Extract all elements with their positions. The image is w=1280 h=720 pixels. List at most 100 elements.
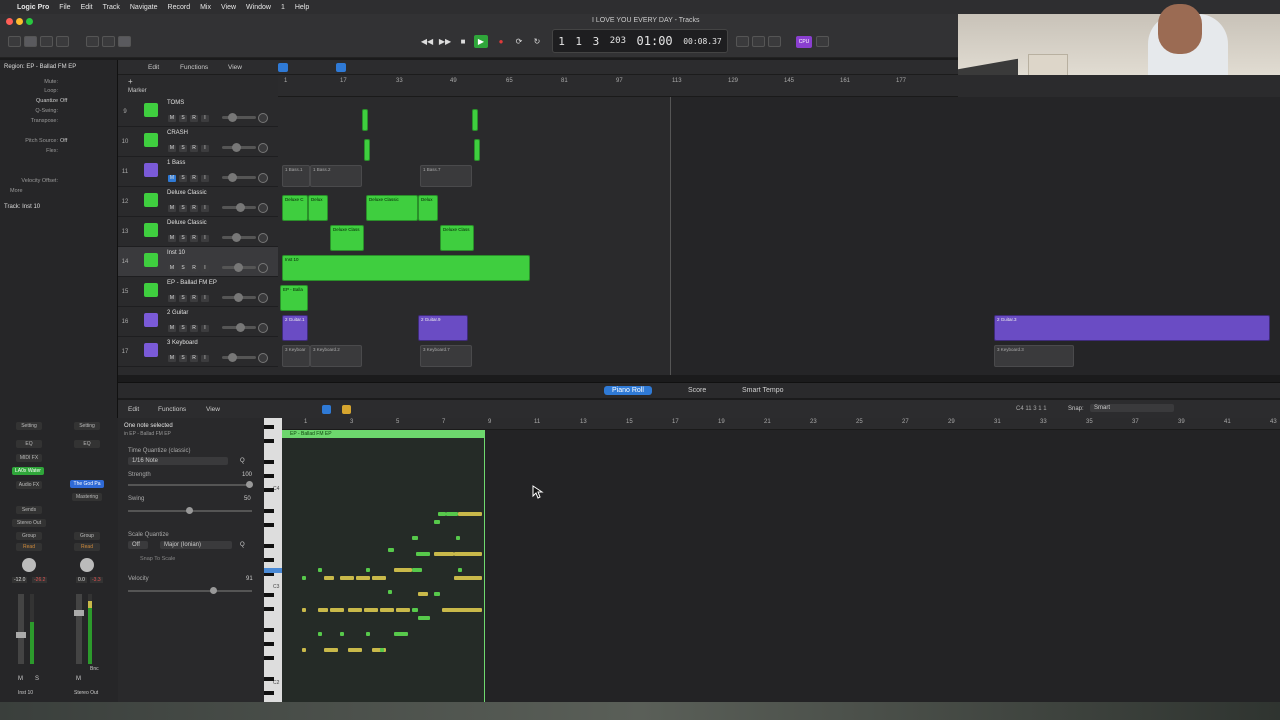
track-mute-button[interactable]: M bbox=[168, 265, 176, 272]
track-input-button[interactable]: I bbox=[201, 175, 209, 182]
arrange-region[interactable]: Delux bbox=[308, 195, 328, 221]
arrange-region[interactable]: 1 Bass.7 bbox=[420, 165, 472, 187]
tracks-edit-menu[interactable]: Edit bbox=[148, 64, 159, 71]
instrument-slot-2[interactable]: The God Pa bbox=[70, 480, 104, 488]
setting-button-2[interactable]: Setting bbox=[74, 422, 100, 430]
menu-help[interactable]: Help bbox=[290, 4, 314, 11]
solo-button-1[interactable]: S bbox=[35, 676, 39, 682]
track-volume-slider[interactable] bbox=[222, 293, 256, 302]
tracks-ruler-right[interactable] bbox=[958, 75, 1280, 97]
toolbar-button[interactable] bbox=[56, 36, 69, 47]
strength-thumb[interactable] bbox=[246, 481, 253, 488]
inspector-region-title[interactable]: Region: EP - Ballad FM EP bbox=[4, 64, 76, 70]
piano-black-key[interactable] bbox=[264, 509, 274, 513]
strength-slider[interactable] bbox=[128, 481, 253, 488]
track-input-button[interactable]: I bbox=[201, 325, 209, 332]
add-track-icon[interactable]: + bbox=[128, 77, 133, 86]
pencil-tool-icon[interactable] bbox=[342, 405, 351, 414]
group-slot-1[interactable]: Group bbox=[16, 532, 42, 540]
menu-view[interactable]: View bbox=[216, 4, 241, 11]
midi-note[interactable] bbox=[330, 608, 344, 612]
tab-score[interactable]: Score bbox=[680, 386, 714, 395]
fader-2[interactable] bbox=[74, 594, 84, 664]
piano-black-key[interactable] bbox=[264, 593, 274, 597]
track-record-button[interactable]: R bbox=[190, 115, 198, 122]
arrange-region[interactable]: 3 Keyboar bbox=[282, 345, 310, 367]
track-input-button[interactable]: I bbox=[201, 115, 209, 122]
menu-window[interactable]: Window bbox=[241, 4, 276, 11]
group-slot-2[interactable]: Group bbox=[74, 532, 100, 540]
track-volume-slider[interactable] bbox=[222, 323, 256, 332]
midi-note[interactable] bbox=[380, 608, 394, 612]
arrange-region[interactable]: Deluxe Class bbox=[330, 225, 364, 251]
midi-note[interactable] bbox=[394, 632, 408, 636]
quantize-value[interactable]: Off bbox=[60, 98, 67, 104]
midi-note[interactable] bbox=[434, 520, 440, 524]
pan-knob-1[interactable] bbox=[22, 558, 36, 572]
track-name[interactable]: CRASH bbox=[167, 130, 188, 136]
midi-note[interactable] bbox=[364, 608, 378, 612]
arrange-region[interactable]: 3 Keyboard.7 bbox=[420, 345, 472, 367]
track-volume-slider[interactable] bbox=[222, 173, 256, 182]
track-header[interactable]: 17 3 Keyboard M S R I bbox=[118, 337, 278, 367]
metronome-button[interactable] bbox=[752, 36, 765, 47]
piano-roll-grid[interactable]: EP - Ballad FM EP bbox=[282, 430, 1280, 702]
arrange-region[interactable]: Deluxe C bbox=[282, 195, 308, 221]
arrange-region[interactable] bbox=[364, 139, 370, 161]
sends-slot[interactable]: Sends bbox=[16, 506, 42, 514]
track-header[interactable]: 9 TOMS M S R I bbox=[118, 97, 278, 127]
eq-slot-1[interactable]: EQ bbox=[16, 440, 42, 448]
midi-note[interactable] bbox=[366, 632, 370, 636]
midi-note[interactable] bbox=[372, 576, 386, 580]
midi-fx-slot[interactable]: MIDI FX bbox=[16, 454, 42, 462]
arrange-region[interactable] bbox=[474, 139, 480, 161]
piano-black-key[interactable] bbox=[264, 677, 274, 681]
arrange-region[interactable]: 2 Guitar.1 bbox=[282, 315, 308, 341]
mixer-button[interactable] bbox=[102, 36, 115, 47]
track-volume-slider[interactable] bbox=[222, 143, 256, 152]
piano-black-key[interactable] bbox=[264, 691, 274, 695]
catch-icon[interactable] bbox=[278, 63, 288, 72]
menu-file[interactable]: File bbox=[54, 4, 75, 11]
track-solo-button[interactable]: S bbox=[179, 355, 187, 362]
cycle-icon[interactable]: ⟳ bbox=[512, 35, 526, 48]
track-name[interactable]: 1 Bass bbox=[167, 160, 185, 166]
track-input-button[interactable]: I bbox=[201, 235, 209, 242]
cpu-badge[interactable]: CPU bbox=[796, 36, 812, 48]
midi-note[interactable] bbox=[396, 608, 410, 612]
track-input-button[interactable]: I bbox=[201, 355, 209, 362]
pr-edit-menu[interactable]: Edit bbox=[128, 406, 139, 413]
track-input-button[interactable]: I bbox=[201, 205, 209, 212]
midi-note[interactable] bbox=[454, 552, 482, 556]
midi-note[interactable] bbox=[318, 608, 328, 612]
eq-slot-2[interactable]: EQ bbox=[74, 440, 100, 448]
more-label[interactable]: More bbox=[10, 188, 23, 194]
rewind-icon[interactable]: ◀◀ bbox=[420, 35, 434, 48]
track-header[interactable]: 12 Deluxe Classic M S R I bbox=[118, 187, 278, 217]
track-volume-thumb[interactable] bbox=[228, 173, 237, 182]
fader-2-cap[interactable] bbox=[74, 610, 84, 616]
midi-note[interactable] bbox=[380, 648, 384, 652]
midi-note[interactable] bbox=[302, 608, 306, 612]
piano-black-key[interactable] bbox=[264, 439, 274, 443]
track-volume-thumb[interactable] bbox=[234, 293, 243, 302]
track-record-button[interactable]: R bbox=[190, 265, 198, 272]
midi-note[interactable] bbox=[412, 536, 418, 540]
instrument-slot-1[interactable]: LA0x Water bbox=[12, 467, 44, 475]
track-mute-button[interactable]: M bbox=[168, 325, 176, 332]
midi-note[interactable] bbox=[340, 576, 354, 580]
midi-note[interactable] bbox=[302, 648, 306, 652]
arrange-region[interactable]: EP - Balla bbox=[280, 285, 308, 311]
piano-black-key[interactable] bbox=[264, 558, 274, 562]
arrange-region[interactable]: 2 Guitar.9 bbox=[418, 315, 468, 341]
track-solo-button[interactable]: S bbox=[179, 205, 187, 212]
track-volume-thumb[interactable] bbox=[234, 263, 243, 272]
tracks-ruler[interactable]: 1 17 33 49 65 81 97 113 129 145 161 177 bbox=[278, 75, 958, 97]
menu-track[interactable]: Track bbox=[98, 4, 125, 11]
track-name[interactable]: Inst 10 bbox=[167, 250, 185, 256]
track-record-button[interactable]: R bbox=[190, 355, 198, 362]
mute-button-2[interactable]: M bbox=[76, 676, 81, 682]
snap-to-scale-checkbox[interactable]: Snap To Scale bbox=[140, 556, 175, 562]
track-solo-button[interactable]: S bbox=[179, 235, 187, 242]
track-header[interactable]: 14 Inst 10 M S R I bbox=[118, 247, 278, 277]
